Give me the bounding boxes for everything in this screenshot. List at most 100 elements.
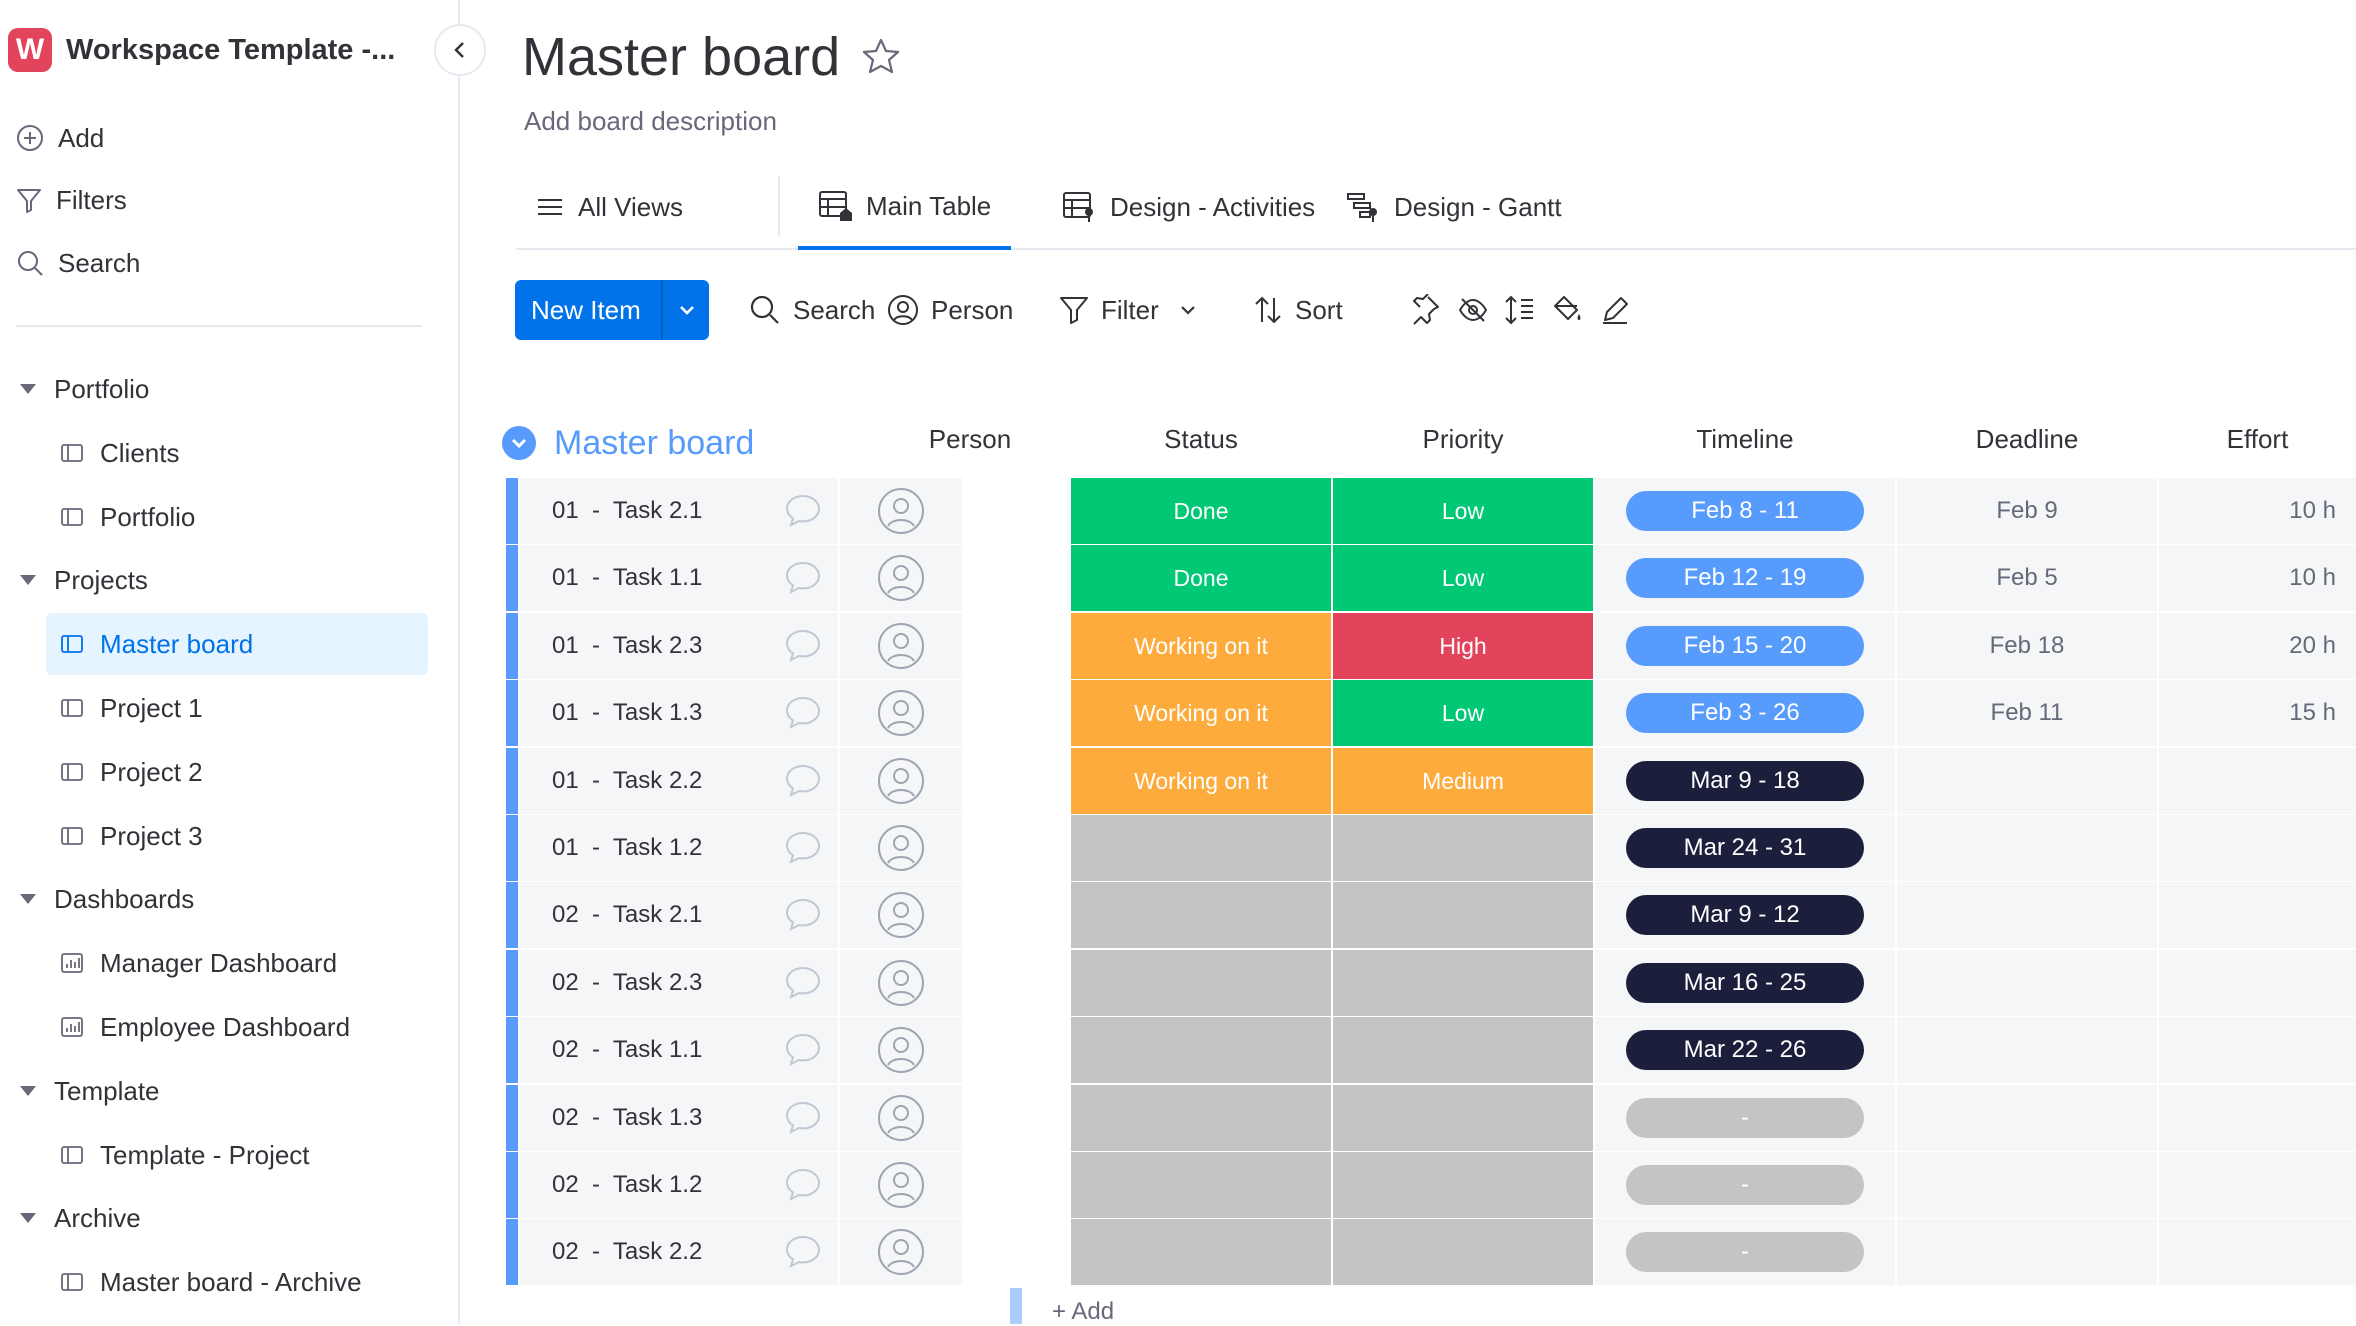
item-name-cell[interactable]: 01 - Task 2.3 [520, 613, 838, 679]
item-name[interactable]: 02 - Task 2.1 [552, 901, 702, 929]
priority-cell[interactable] [1333, 1085, 1593, 1151]
sidebar-item-portfolio[interactable]: Portfolio [46, 486, 428, 548]
person-cell[interactable] [840, 613, 962, 679]
chat-bubble-icon[interactable] [782, 1164, 824, 1206]
board-description[interactable]: Add board description [524, 106, 777, 137]
timeline-cell[interactable]: Mar 22 - 26 [1595, 1017, 1895, 1083]
status-cell[interactable] [1071, 1152, 1331, 1218]
table-row[interactable]: 01 - Task 2.3 Working on it High Feb 15 - 2… [494, 613, 2356, 681]
priority-cell[interactable] [1333, 1017, 1593, 1083]
deadline-cell[interactable] [1897, 1017, 2157, 1083]
person-cell[interactable] [840, 1017, 962, 1083]
sidebar-item-clients[interactable]: Clients [46, 422, 428, 484]
add-button[interactable]: Add [16, 118, 104, 158]
chevron-down-icon[interactable] [1177, 299, 1199, 321]
caret-down-icon[interactable] [20, 575, 36, 585]
person-cell[interactable] [840, 680, 962, 746]
sidebar-item-project-3[interactable]: Project 3 [46, 805, 428, 867]
timeline-cell[interactable]: Feb 8 - 11 [1595, 478, 1895, 544]
deadline-cell[interactable]: Feb 9 [1897, 478, 2157, 544]
hide-columns-button[interactable] [1455, 292, 1491, 328]
deadline-cell[interactable] [1897, 882, 2157, 948]
item-name[interactable]: 02 - Task 2.2 [552, 1238, 702, 1266]
effort-cell[interactable] [2159, 1085, 2356, 1151]
table-row[interactable]: 01 - Task 2.1 Done Low Feb 8 - 11 Feb 9 10 h [494, 478, 2356, 546]
row-height-button[interactable] [1501, 292, 1537, 328]
item-name-cell[interactable]: 01 - Task 1.1 [520, 545, 838, 611]
chat-bubble-icon[interactable] [782, 760, 824, 802]
sidebar-folder-template[interactable]: Template [20, 1060, 160, 1122]
group-name[interactable]: Master board [554, 424, 754, 463]
timeline-pill[interactable]: - [1626, 1232, 1864, 1272]
timeline-cell[interactable]: Feb 3 - 26 [1595, 680, 1895, 746]
timeline-cell[interactable]: Feb 15 - 20 [1595, 613, 1895, 679]
effort-cell[interactable]: 10 h [2159, 478, 2356, 544]
effort-cell[interactable] [2159, 1017, 2356, 1083]
star-icon[interactable] [860, 36, 902, 78]
timeline-cell[interactable]: Feb 12 - 19 [1595, 545, 1895, 611]
timeline-cell[interactable]: Mar 9 - 18 [1595, 748, 1895, 814]
timeline-pill[interactable]: - [1626, 1165, 1864, 1205]
filter-button[interactable]: Filter [1059, 280, 1211, 340]
sidebar-folder-projects[interactable]: Projects [20, 549, 148, 611]
timeline-pill[interactable]: Mar 9 - 12 [1626, 895, 1864, 935]
status-cell[interactable]: Working on it [1071, 613, 1331, 679]
person-cell[interactable] [840, 478, 962, 544]
item-name-cell[interactable]: 01 - Task 2.1 [520, 478, 838, 544]
status-cell[interactable] [1071, 882, 1331, 948]
item-name[interactable]: 02 - Task 2.3 [552, 969, 702, 997]
item-name[interactable]: 01 - Task 2.3 [552, 632, 702, 660]
caret-down-icon[interactable] [20, 1086, 36, 1096]
timeline-pill[interactable]: Mar 22 - 26 [1626, 1030, 1864, 1070]
workspace-header[interactable]: W Workspace Template -... [8, 26, 395, 74]
effort-cell[interactable] [2159, 1219, 2356, 1285]
table-row[interactable]: 01 - Task 2.2 Working on it Medium Mar 9 - … [494, 748, 2356, 816]
person-cell[interactable] [840, 815, 962, 881]
timeline-pill[interactable]: Feb 12 - 19 [1626, 558, 1864, 598]
sidebar-folder-archive[interactable]: Archive [20, 1187, 141, 1249]
table-row[interactable]: 02 - Task 2.1 Mar 9 - 12 [494, 882, 2356, 950]
timeline-cell[interactable]: - [1595, 1085, 1895, 1151]
status-cell[interactable] [1071, 1017, 1331, 1083]
person-cell[interactable] [840, 882, 962, 948]
item-name-cell[interactable]: 02 - Task 2.3 [520, 950, 838, 1016]
item-name[interactable]: 02 - Task 1.3 [552, 1104, 702, 1132]
status-cell[interactable]: Working on it [1071, 748, 1331, 814]
effort-cell[interactable]: 10 h [2159, 545, 2356, 611]
deadline-cell[interactable] [1897, 815, 2157, 881]
priority-cell[interactable] [1333, 1219, 1593, 1285]
all-views-button[interactable]: All Views [536, 166, 683, 248]
chat-bubble-icon[interactable] [782, 557, 824, 599]
timeline-pill[interactable]: Mar 9 - 18 [1626, 761, 1864, 801]
chat-bubble-icon[interactable] [782, 1097, 824, 1139]
priority-cell[interactable]: Low [1333, 478, 1593, 544]
deadline-cell[interactable]: Feb 5 [1897, 545, 2157, 611]
item-name-cell[interactable]: 01 - Task 2.2 [520, 748, 838, 814]
priority-cell[interactable]: Medium [1333, 748, 1593, 814]
item-name-cell[interactable]: 02 - Task 2.1 [520, 882, 838, 948]
sidebar-item-template-project[interactable]: Template - Project [46, 1124, 428, 1186]
column-header-effort[interactable]: Effort [2159, 424, 2356, 464]
sidebar-folder-dashboards[interactable]: Dashboards [20, 868, 194, 930]
item-name[interactable]: 02 - Task 1.1 [552, 1036, 702, 1064]
item-name-cell[interactable]: 02 - Task 1.2 [520, 1152, 838, 1218]
tab-design-gantt[interactable]: Design - Gantt [1346, 166, 1562, 248]
item-name-cell[interactable]: 02 - Task 1.1 [520, 1017, 838, 1083]
priority-cell[interactable] [1333, 815, 1593, 881]
timeline-pill[interactable]: Mar 24 - 31 [1626, 828, 1864, 868]
deadline-cell[interactable]: Feb 18 [1897, 613, 2157, 679]
priority-cell[interactable]: High [1333, 613, 1593, 679]
column-header-person[interactable]: Person [910, 424, 1030, 464]
person-cell[interactable] [840, 748, 962, 814]
effort-cell[interactable]: 20 h [2159, 613, 2356, 679]
sidebar-item-employee-dashboard[interactable]: Employee Dashboard [46, 996, 428, 1058]
item-name-cell[interactable]: 02 - Task 1.3 [520, 1085, 838, 1151]
add-item-row[interactable]: + Add [1052, 1298, 1114, 1326]
chat-bubble-icon[interactable] [782, 894, 824, 936]
priority-cell[interactable] [1333, 882, 1593, 948]
tab-main-table[interactable]: Main Table [798, 166, 1012, 250]
filters-button[interactable]: Filters [16, 180, 127, 220]
caret-down-icon[interactable] [20, 894, 36, 904]
edit-button[interactable] [1597, 292, 1633, 328]
sidebar-item-manager-dashboard[interactable]: Manager Dashboard [46, 932, 428, 994]
